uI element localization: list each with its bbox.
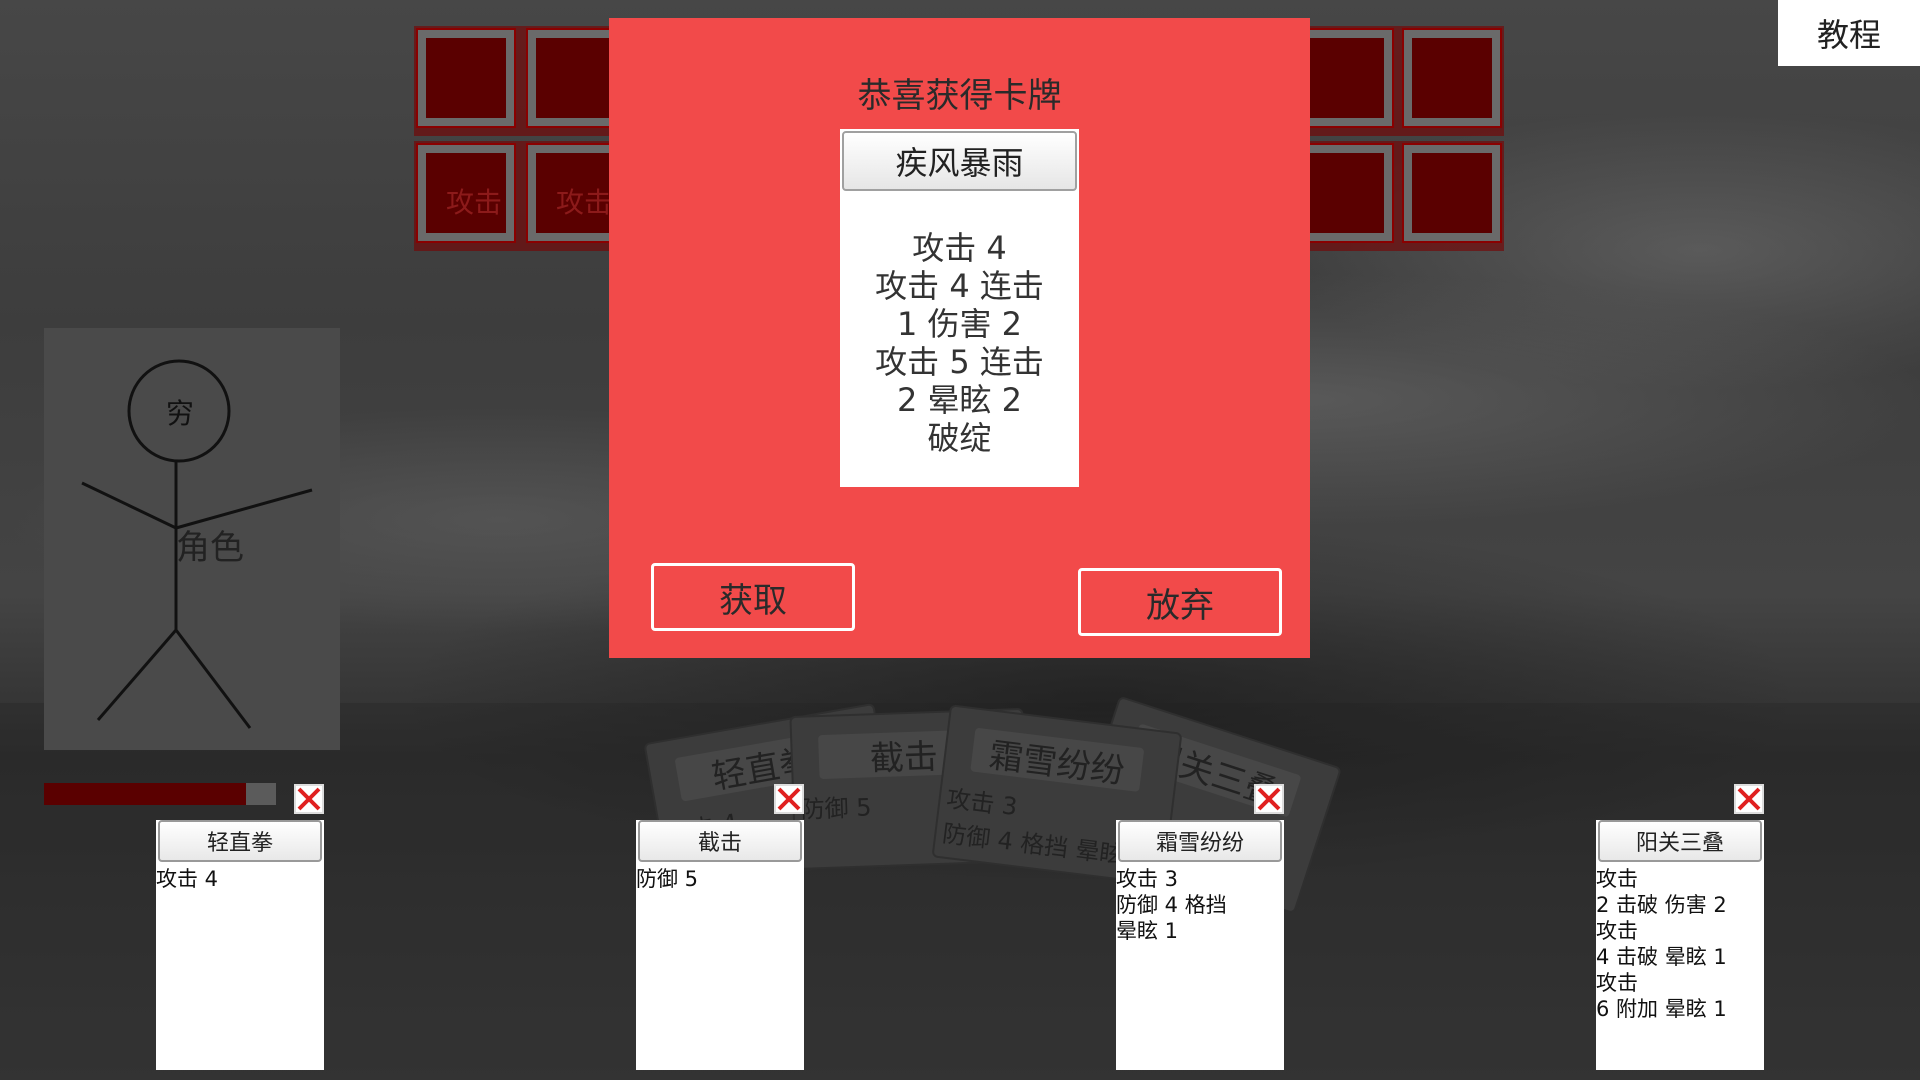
remove-card-button[interactable]: [774, 784, 804, 814]
character-name-label: 角色: [176, 528, 244, 568]
enemy-slot-label: 攻击: [445, 186, 502, 219]
card-effect-text: 攻击 4: [156, 867, 219, 891]
remove-card-button[interactable]: [294, 784, 324, 814]
enemy-slot[interactable]: [1402, 143, 1502, 243]
discard-card-button[interactable]: 放弃: [1078, 568, 1282, 636]
card-effect-text: 攻击 3 防御 4 格挡 晕眩 1: [1116, 867, 1227, 943]
card-title: 截击: [638, 820, 802, 862]
dialog-title: 恭喜获得卡牌: [857, 76, 1062, 116]
equipped-card[interactable]: 阳关三叠 攻击 2 击破 伤害 2 攻击 4 击破 晕眩 1 攻击 6 附加 晕…: [1596, 820, 1764, 1070]
card-effect-text: 攻击 2 击破 伤害 2 攻击 4 击破 晕眩 1 攻击 6 附加 晕眩 1: [1596, 867, 1727, 1021]
character-head-label: 穷: [165, 397, 194, 430]
equipped-card[interactable]: 轻直拳 攻击 4: [156, 820, 324, 1070]
health-bar: [44, 783, 276, 805]
enemy-slot[interactable]: [1402, 28, 1502, 128]
enemy-slot[interactable]: 攻击: [416, 143, 516, 243]
tutorial-button[interactable]: 教程: [1778, 0, 1920, 66]
accept-card-button[interactable]: 获取: [651, 563, 855, 631]
reward-card-title: 疾风暴雨: [842, 131, 1077, 191]
card-title: 霜雪纷纷: [1118, 820, 1282, 862]
enemy-slot[interactable]: [1294, 28, 1394, 128]
close-x-icon: [297, 787, 321, 811]
close-x-icon: [1257, 787, 1281, 811]
remove-card-button[interactable]: [1734, 784, 1764, 814]
card-title: 阳关三叠: [1598, 820, 1762, 862]
card-effect-text: 防御 5: [636, 867, 699, 891]
equipped-card[interactable]: 截击 防御 5: [636, 820, 804, 1070]
remove-card-button[interactable]: [1254, 784, 1284, 814]
health-bar-fill: [44, 783, 246, 805]
close-x-icon: [1737, 787, 1761, 811]
reward-card[interactable]: 疾风暴雨 攻击 4 攻击 4 连击 1 伤害 2 攻击 5 连击 2 晕眩 2 …: [840, 129, 1079, 487]
enemy-slot[interactable]: [1294, 143, 1394, 243]
close-x-icon: [777, 787, 801, 811]
hand-card-text: 攻击 3 防御 4 格挡 晕眩: [940, 784, 1125, 870]
card-title: 轻直拳: [158, 820, 322, 862]
hand-card-title: 霜雪纷纷: [970, 727, 1145, 792]
reward-card-effect: 攻击 4 攻击 4 连击 1 伤害 2 攻击 5 连击 2 晕眩 2 破绽: [875, 229, 1044, 457]
equipped-card[interactable]: 霜雪纷纷 攻击 3 防御 4 格挡 晕眩 1: [1116, 820, 1284, 1070]
card-reward-dialog: 恭喜获得卡牌 疾风暴雨 攻击 4 攻击 4 连击 1 伤害 2 攻击 5 连击 …: [609, 18, 1310, 658]
enemy-slot[interactable]: [416, 28, 516, 128]
hand-card-text: 防御 5: [800, 793, 873, 824]
